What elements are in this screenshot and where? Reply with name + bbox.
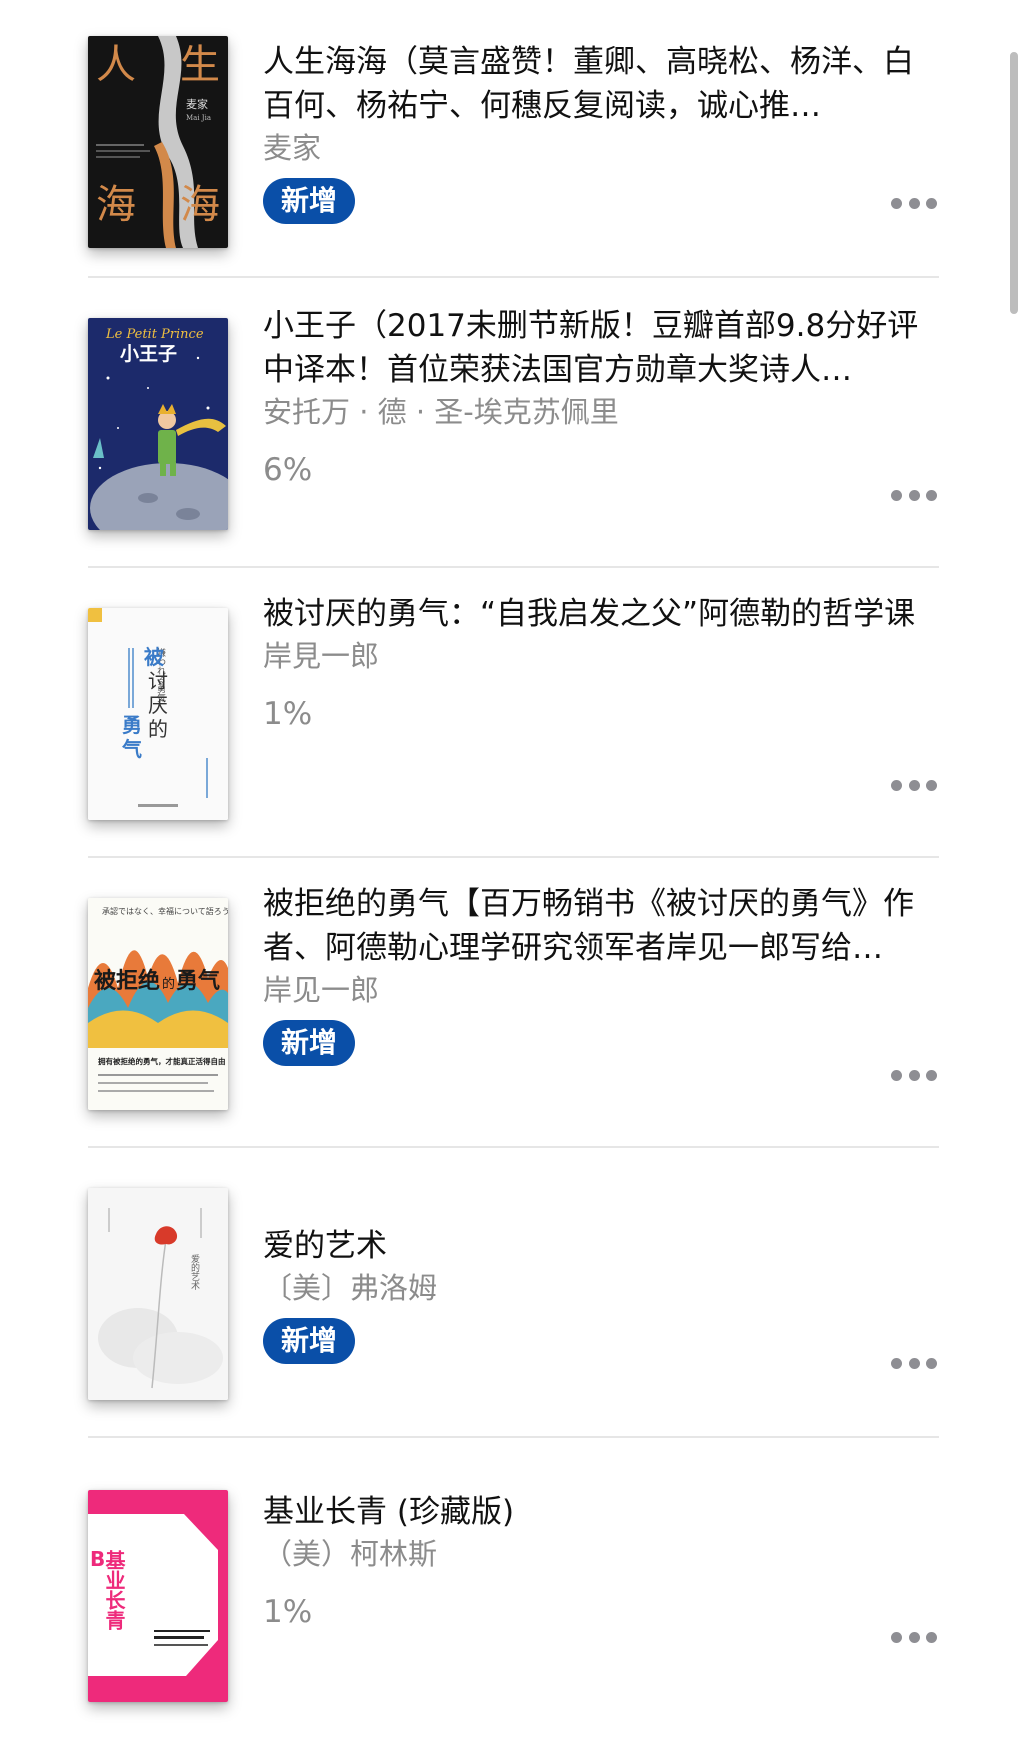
book-info: 小王子（2017未删节新版！豆瓣首部9.8分好评中译本！首位荣获法国官方勋章大奖…	[263, 304, 930, 490]
more-options-button[interactable]	[891, 1356, 937, 1370]
dot-icon	[891, 1069, 902, 1081]
divider	[88, 1436, 939, 1438]
cover-text: 的	[162, 976, 175, 992]
dot-icon	[908, 779, 920, 791]
cover-text: 气	[121, 737, 142, 761]
divider	[88, 1146, 939, 1148]
cover-text: 人	[96, 42, 136, 88]
dot-icon	[891, 489, 902, 501]
cover-text: 爱的艺术	[189, 1254, 200, 1291]
book-row[interactable]: Le Petit Prince 小王子 小王子（2017未删节新版！豆瓣首部9.…	[0, 290, 1025, 580]
dot-icon	[908, 1357, 920, 1369]
dot-icon	[908, 197, 920, 209]
dot-icon	[926, 1069, 937, 1081]
cover-text: 麦家	[186, 97, 208, 111]
cover-text: 被拒绝	[94, 968, 160, 994]
dot-icon	[891, 1631, 902, 1643]
book-cover[interactable]: Le Petit Prince 小王子	[88, 318, 228, 530]
book-info: 人生海海（莫言盛赞！董卿、高晓松、杨洋、白百何、杨祐宁、何穗反复阅读，诚心推… …	[263, 40, 930, 224]
more-options-button[interactable]	[891, 196, 937, 210]
book-cover[interactable]: B 基业长青	[88, 1490, 228, 1702]
cover-text: 勇气	[176, 968, 220, 994]
book-cover[interactable]: 爱的艺术	[88, 1188, 228, 1400]
book-author: 麦家	[263, 131, 322, 165]
book-title: 被讨厌的勇气：“自我启发之父”阿德勒的哲学课	[263, 596, 916, 632]
divider	[88, 566, 939, 568]
divider	[88, 276, 939, 278]
book-title: 爱的艺术	[263, 1228, 387, 1264]
reading-progress: 1%	[263, 1594, 313, 1630]
cover-courage-to-be-rejected: 承認ではなく、幸福について語ろう 被拒绝 的 勇气 拥有被拒绝的勇气，才能真正活…	[88, 898, 228, 1110]
scrollbar[interactable]	[1010, 52, 1018, 314]
book-author: 〔美〕弗洛姆	[263, 1271, 438, 1305]
reading-progress: 6%	[263, 452, 313, 488]
cover-text: 勇	[122, 713, 142, 737]
book-row[interactable]: 承認ではなく、幸福について語ろう 被拒绝 的 勇气 拥有被拒绝的勇气，才能真正活…	[0, 870, 1025, 1160]
dot-icon	[908, 489, 920, 501]
dot-icon	[908, 1631, 920, 1643]
book-info: 被讨厌的勇气：“自我启发之父”阿德勒的哲学课 岸見一郎 1%	[263, 592, 930, 734]
cover-text: 的	[148, 717, 168, 741]
dot-icon	[926, 779, 937, 791]
cover-text: Mai Jia	[186, 114, 211, 122]
new-badge: 新增	[263, 1318, 356, 1364]
cover-text: 小王子	[120, 343, 177, 365]
dot-icon	[926, 1357, 937, 1369]
book-title: 被拒绝的勇气【百万畅销书《被讨厌的勇气》作者、阿德勒心理学研究领军者岸见一郎写给…	[263, 886, 914, 966]
book-info: 基业长青 (珍藏版) （美）柯林斯 1%	[263, 1490, 930, 1632]
cover-text: 厌	[148, 693, 168, 717]
book-info: 爱的艺术 〔美〕弗洛姆 新增	[263, 1224, 930, 1364]
cover-text: 生	[180, 42, 220, 88]
book-author: 安托万 · 德 · 圣-埃克苏佩里	[263, 395, 619, 429]
more-options-button[interactable]	[891, 1068, 937, 1082]
cover-renshenghaihai: 人 生 海 海 麦家 Mai Jia	[88, 36, 228, 248]
book-author: 岸见一郎	[263, 973, 380, 1007]
new-badge: 新增	[263, 1020, 356, 1066]
cover-art-of-loving: 爱的艺术	[88, 1188, 228, 1400]
cover-text: 被	[144, 645, 165, 669]
more-options-button[interactable]	[891, 1630, 937, 1644]
dot-icon	[926, 197, 937, 209]
book-title: 人生海海（莫言盛赞！董卿、高晓松、杨洋、白百何、杨祐宁、何穗反复阅读，诚心推…	[263, 44, 914, 124]
cover-text: Le Petit Prince	[105, 327, 204, 342]
cover-text: 基业长青	[102, 1550, 126, 1630]
book-info: 被拒绝的勇气【百万畅销书《被讨厌的勇气》作者、阿德勒心理学研究领军者岸见一郎写给…	[263, 882, 930, 1066]
cover-text: 承認ではなく、幸福について語ろう	[102, 906, 228, 916]
cover-text: 讨	[148, 669, 168, 693]
book-cover[interactable]: 嫌われる勇気 被 讨 厌 的 勇 气	[88, 608, 228, 820]
cover-courage-to-be-disliked: 嫌われる勇気 被 讨 厌 的 勇 气	[88, 608, 228, 820]
book-row[interactable]: 嫌われる勇気 被 讨 厌 的 勇 气 被讨厌的勇气：“自我启发之父”阿德勒的哲学…	[0, 580, 1025, 870]
cover-text: 海	[96, 182, 136, 228]
book-row[interactable]: 爱的艺术 爱的艺术 〔美〕弗洛姆 新增	[0, 1160, 1025, 1450]
dot-icon	[926, 1631, 937, 1643]
dot-icon	[891, 1357, 902, 1369]
book-author: 岸見一郎	[263, 639, 380, 673]
book-cover[interactable]: 承認ではなく、幸福について語ろう 被拒绝 的 勇气 拥有被拒绝的勇气，才能真正活…	[88, 898, 228, 1110]
book-cover[interactable]: 人 生 海 海 麦家 Mai Jia	[88, 36, 228, 248]
cover-text: 拥有被拒绝的勇气，才能真正活得自由	[98, 1056, 226, 1066]
dot-icon	[926, 489, 937, 501]
reading-progress: 1%	[263, 696, 313, 732]
cover-built-to-last: B 基业长青	[88, 1490, 228, 1702]
new-badge: 新增	[263, 178, 356, 224]
book-title: 基业长青 (珍藏版)	[263, 1494, 515, 1530]
dot-icon	[891, 197, 902, 209]
cover-text: 海	[180, 182, 220, 228]
book-row[interactable]: 人 生 海 海 麦家 Mai Jia 人生海海（莫言盛赞！董卿、高晓松、杨洋、白…	[0, 0, 1025, 290]
dot-icon	[908, 1069, 920, 1081]
book-author: （美）柯林斯	[263, 1537, 438, 1571]
divider	[88, 856, 939, 858]
dot-icon	[891, 779, 902, 791]
book-title: 小王子（2017未删节新版！豆瓣首部9.8分好评中译本！首位荣获法国官方勋章大奖…	[263, 308, 919, 388]
book-row[interactable]: B 基业长青 基业长青 (珍藏版) （美）柯林斯 1%	[0, 1450, 1025, 1740]
more-options-button[interactable]	[891, 488, 937, 502]
cover-little-prince: Le Petit Prince 小王子	[88, 318, 228, 530]
more-options-button[interactable]	[891, 778, 937, 792]
